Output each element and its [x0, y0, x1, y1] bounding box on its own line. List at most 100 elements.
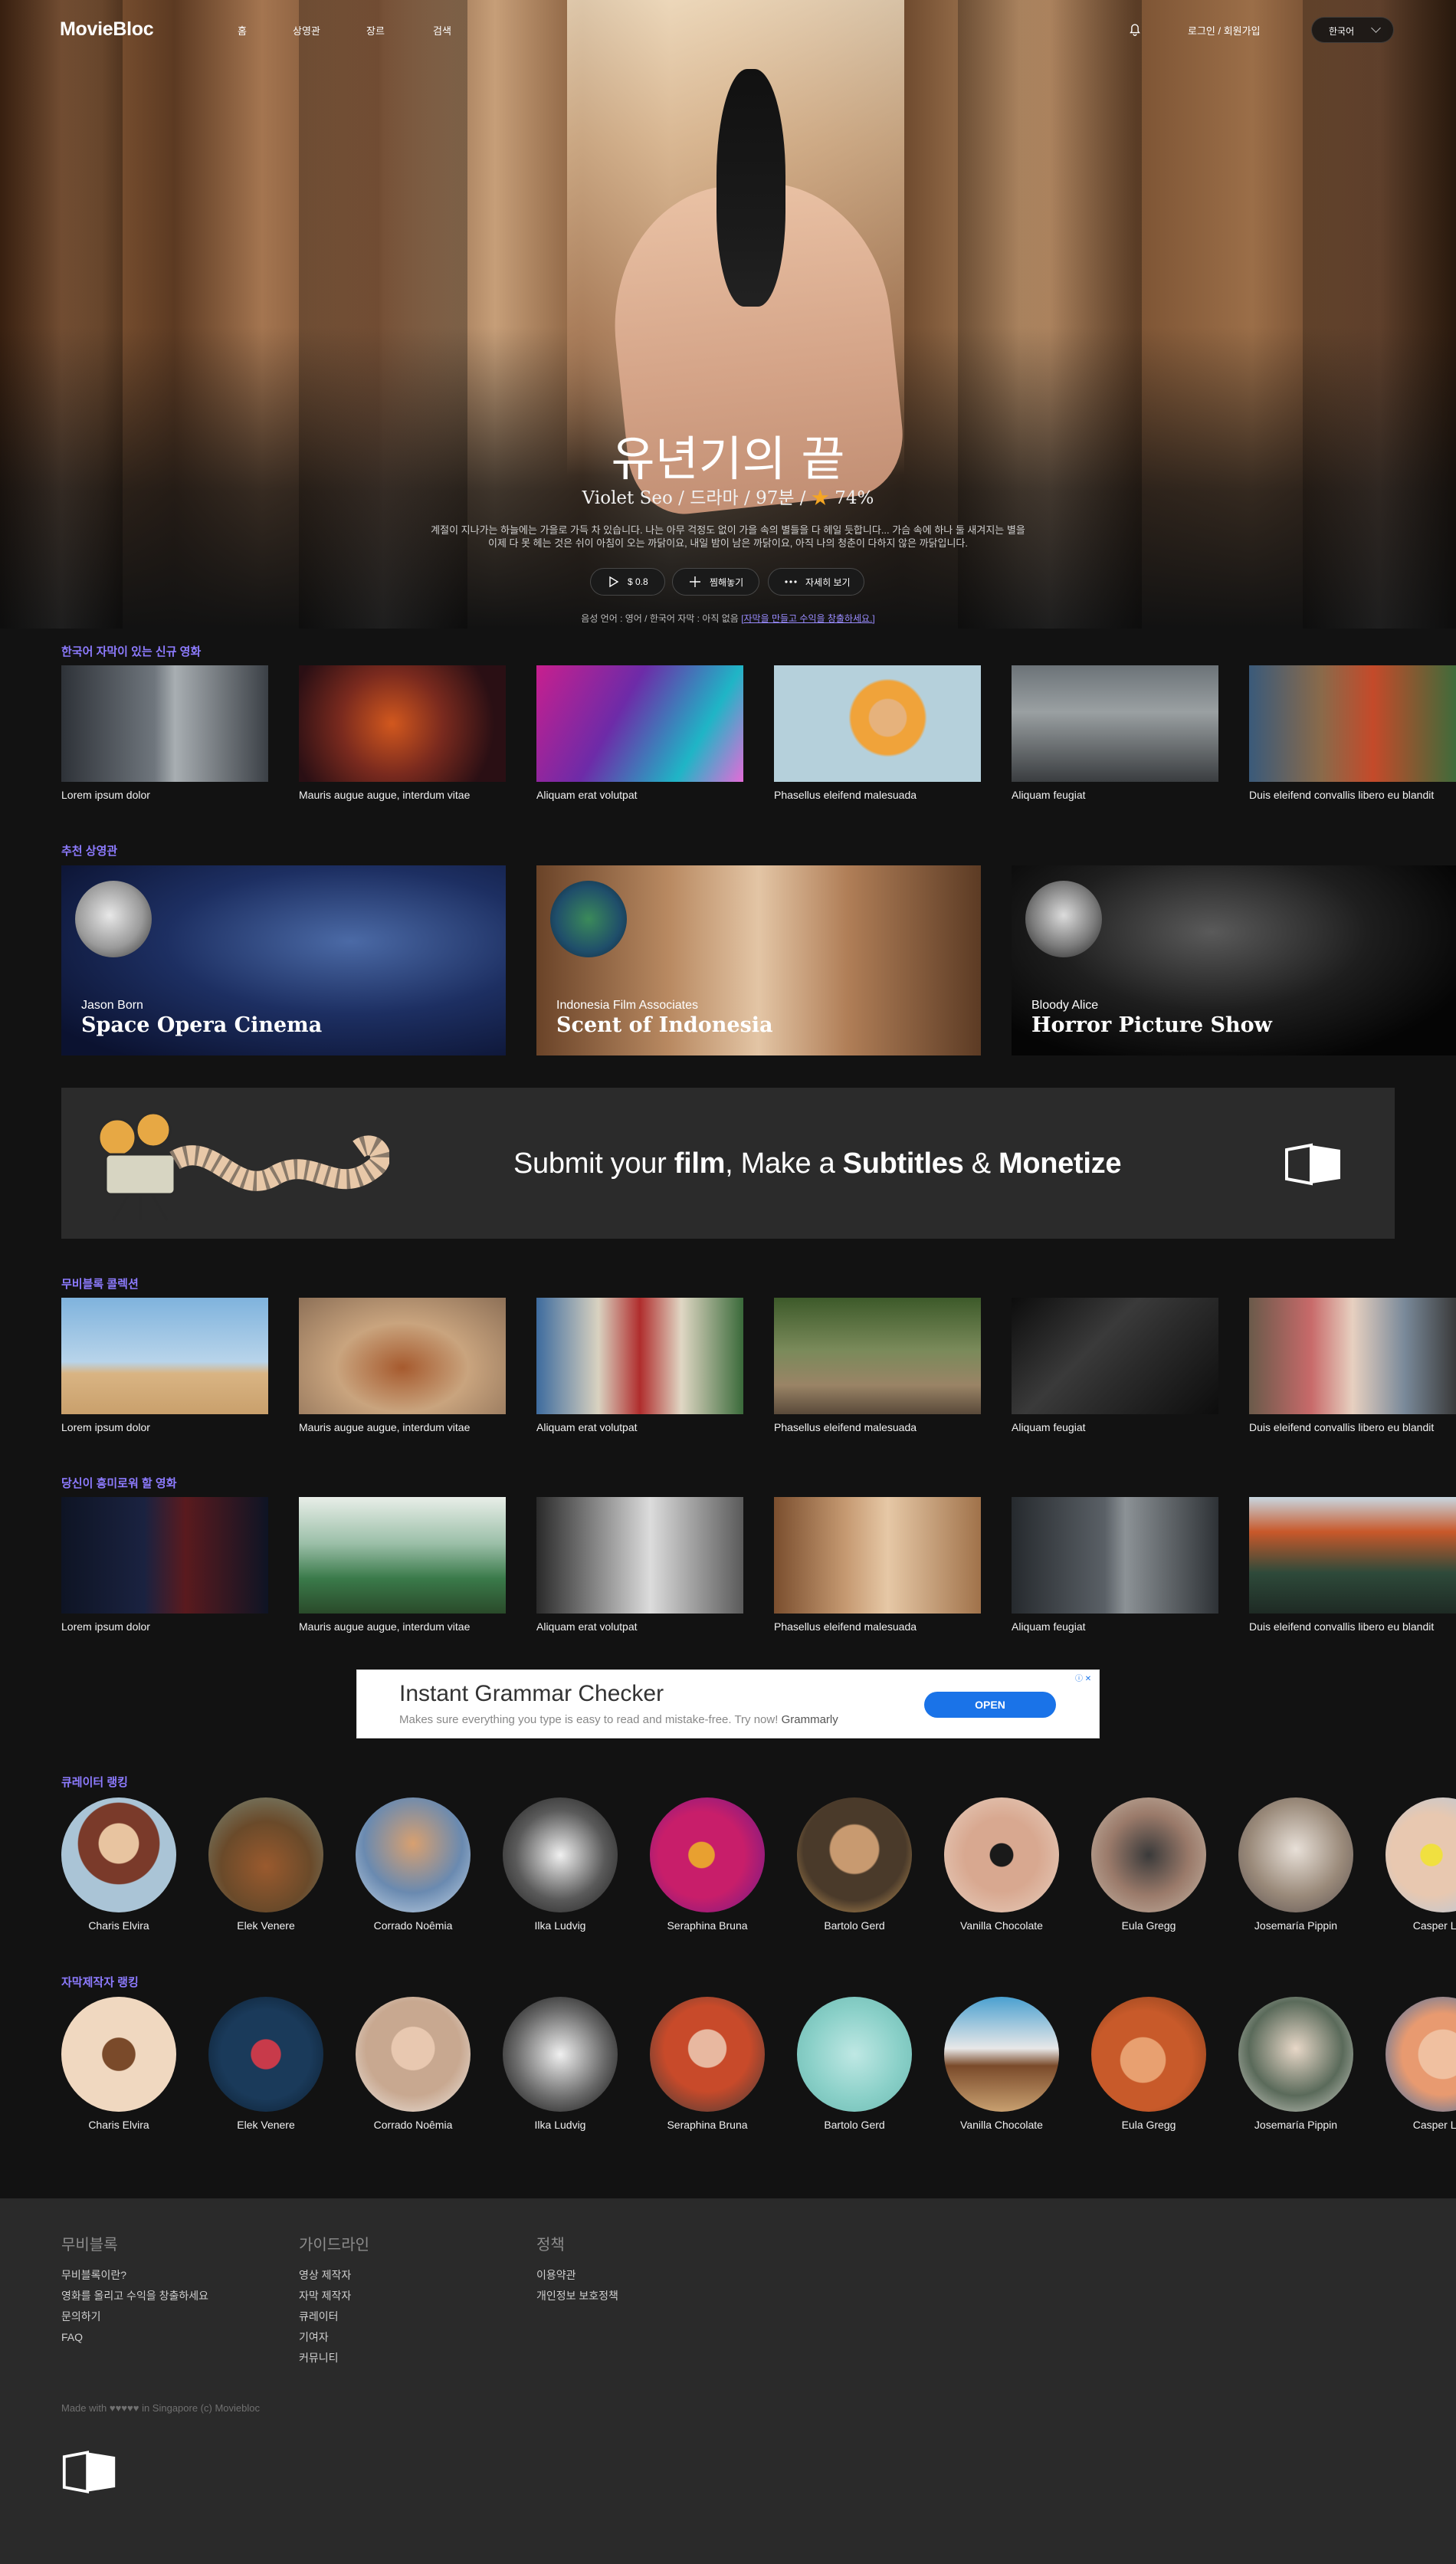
- footer-link[interactable]: 커뮤니티: [299, 2348, 369, 2369]
- movie-thumbnail: [1012, 665, 1218, 782]
- movie-card[interactable]: Duis eleifend convallis libero eu blandi…: [1249, 665, 1456, 801]
- banner-text: Submit your: [513, 1147, 674, 1180]
- movie-card[interactable]: Aliquam feugiat: [1012, 1298, 1218, 1433]
- subtitler-item[interactable]: Seraphina Bruna: [635, 1997, 780, 2131]
- curator-item[interactable]: Corrado Noêmia: [340, 1797, 486, 1932]
- avatar: [650, 1797, 765, 1912]
- movie-card[interactable]: Duis eleifend convallis libero eu blandi…: [1249, 1497, 1456, 1633]
- avatar: [944, 1797, 1059, 1912]
- curator-item[interactable]: Seraphina Bruna: [635, 1797, 780, 1932]
- footer-link[interactable]: 문의하기: [61, 2306, 208, 2327]
- section-title-interest: 당신이 흥미로워 할 영화: [61, 1477, 177, 1490]
- movie-card[interactable]: Lorem ipsum dolor: [61, 1298, 268, 1433]
- avatar: [61, 1997, 176, 2112]
- curator-item[interactable]: Casper Laks: [1370, 1797, 1456, 1932]
- theater-card[interactable]: Jason Born Space Opera Cinema: [61, 865, 506, 1055]
- movie-card[interactable]: Aliquam feugiat: [1012, 1497, 1218, 1633]
- footer-link[interactable]: 큐레이터: [299, 2306, 369, 2327]
- curator-item[interactable]: Bartolo Gerd: [782, 1797, 927, 1932]
- subtitler-item[interactable]: Ilka Ludvig: [487, 1997, 633, 2131]
- film-projector-icon: [97, 1111, 389, 1221]
- curator-item[interactable]: Vanilla Chocolate: [929, 1797, 1074, 1932]
- site-logo[interactable]: MovieBloc: [60, 18, 154, 41]
- movie-card[interactable]: Lorem ipsum dolor: [61, 665, 268, 801]
- movie-thumbnail: [1249, 1298, 1456, 1414]
- movie-title: Phasellus eleifend malesuada: [774, 1620, 917, 1633]
- theater-avatar: [75, 881, 152, 957]
- movie-title: Aliquam feugiat: [1012, 1620, 1086, 1633]
- banner-text: , Make a: [725, 1147, 843, 1180]
- movie-title: Duis eleifend convallis libero eu blandi…: [1249, 1421, 1435, 1433]
- moviebloc-logo-icon: [1285, 1143, 1340, 1186]
- curator-item[interactable]: Elek Venere: [193, 1797, 339, 1932]
- movie-card[interactable]: Phasellus eleifend malesuada: [774, 1497, 981, 1633]
- section-title-subtitlers: 자막제작자 랭킹: [61, 1976, 139, 1989]
- movie-title: Aliquam feugiat: [1012, 789, 1086, 801]
- footer-link[interactable]: 기여자: [299, 2327, 369, 2348]
- footer-link[interactable]: 영화를 올리고 수익을 창출하세요: [61, 2286, 208, 2306]
- movie-card[interactable]: Aliquam feugiat: [1012, 665, 1218, 801]
- movie-card[interactable]: Aliquam erat volutpat: [536, 1497, 743, 1633]
- notification-bell-icon[interactable]: [1126, 21, 1143, 38]
- theater-name: Space Opera Cinema: [81, 1013, 323, 1037]
- footer-link[interactable]: 영상 제작자: [299, 2265, 369, 2286]
- movie-card[interactable]: Phasellus eleifend malesuada: [774, 665, 981, 801]
- footer-column-moviebloc: 무비블록 무비블록이란? 영화를 올리고 수익을 창출하세요 문의하기 FAQ: [61, 2232, 208, 2348]
- create-subtitles-link[interactable]: [자막을 만들고 수익을 창출하세요.]: [741, 613, 875, 624]
- ad-choices-icon[interactable]: ⓘ ✕: [1075, 1672, 1097, 1683]
- person-name: Seraphina Bruna: [667, 1919, 748, 1932]
- movie-card[interactable]: Aliquam erat volutpat: [536, 1298, 743, 1433]
- subtitler-item[interactable]: Eula Gregg: [1076, 1997, 1222, 2131]
- movie-card[interactable]: Aliquam erat volutpat: [536, 665, 743, 801]
- nav-genres[interactable]: 장르: [366, 23, 385, 38]
- movie-title: Duis eleifend convallis libero eu blandi…: [1249, 1620, 1435, 1633]
- subtitler-item[interactable]: Corrado Noêmia: [340, 1997, 486, 2131]
- footer-link[interactable]: 무비블록이란?: [61, 2265, 208, 2286]
- login-signup-link[interactable]: 로그인 / 회원가입: [1188, 23, 1261, 38]
- movie-card[interactable]: Mauris augue augue, interdum vitae: [299, 1298, 506, 1433]
- movie-card[interactable]: Duis eleifend convallis libero eu blandi…: [1249, 1298, 1456, 1433]
- advertisement[interactable]: ⓘ ✕ Instant Grammar Checker Makes sure e…: [356, 1669, 1100, 1738]
- footer-logo-icon[interactable]: [61, 2448, 118, 2496]
- theater-card[interactable]: Bloody Alice Horror Picture Show: [1012, 865, 1456, 1055]
- theater-card[interactable]: Indonesia Film Associates Scent of Indon…: [536, 865, 981, 1055]
- language-select[interactable]: 한국어: [1311, 17, 1394, 43]
- ad-open-button[interactable]: OPEN: [924, 1692, 1056, 1718]
- details-button[interactable]: 자세히 보기: [768, 568, 864, 596]
- nav-search[interactable]: 검색: [433, 23, 451, 38]
- ad-brand: Grammarly: [781, 1713, 838, 1726]
- ad-description-text: Makes sure everything you type is easy t…: [399, 1713, 779, 1726]
- language-info: 음성 언어 : 영어 / 한국어 자막 : 아직 없음: [581, 613, 739, 624]
- subtitler-item[interactable]: Vanilla Chocolate: [929, 1997, 1074, 2131]
- footer-link[interactable]: 자막 제작자: [299, 2286, 369, 2306]
- footer-link[interactable]: 이용약관: [536, 2265, 618, 2286]
- avatar: [503, 1797, 618, 1912]
- curator-item[interactable]: Eula Gregg: [1076, 1797, 1222, 1932]
- movie-title: Lorem ipsum dolor: [61, 1421, 150, 1433]
- movie-card[interactable]: Lorem ipsum dolor: [61, 1497, 268, 1633]
- submit-film-banner[interactable]: Submit your film, Make a Subtitles & Mon…: [61, 1088, 1395, 1239]
- play-price-button[interactable]: $ 0.8: [590, 568, 665, 596]
- footer-link[interactable]: FAQ: [61, 2327, 208, 2348]
- movie-thumbnail: [774, 665, 981, 782]
- subtitler-item[interactable]: Charis Elvira: [46, 1997, 192, 2131]
- nav-theaters[interactable]: 상영관: [293, 23, 320, 38]
- banner-headline: Submit your film, Make a Subtitles & Mon…: [513, 1147, 1121, 1180]
- movie-card[interactable]: Mauris augue augue, interdum vitae: [299, 665, 506, 801]
- curator-item[interactable]: Charis Elvira: [46, 1797, 192, 1932]
- avatar: [208, 1797, 323, 1912]
- nav-home[interactable]: 홈: [238, 23, 247, 38]
- subtitler-item[interactable]: Elek Venere: [193, 1997, 339, 2131]
- curator-item[interactable]: Ilka Ludvig: [487, 1797, 633, 1932]
- subtitler-item[interactable]: Casper Laks: [1370, 1997, 1456, 2131]
- avatar: [356, 1797, 471, 1912]
- movie-thumbnail: [61, 1298, 268, 1414]
- curator-item[interactable]: Josemaría Pippin: [1223, 1797, 1369, 1932]
- subtitler-item[interactable]: Josemaría Pippin: [1223, 1997, 1369, 2131]
- wishlist-button[interactable]: 찜해놓기: [672, 568, 759, 596]
- avatar: [503, 1997, 618, 2112]
- subtitler-item[interactable]: Bartolo Gerd: [782, 1997, 927, 2131]
- movie-card[interactable]: Mauris augue augue, interdum vitae: [299, 1497, 506, 1633]
- footer-link[interactable]: 개인정보 보호정책: [536, 2286, 618, 2306]
- movie-card[interactable]: Phasellus eleifend malesuada: [774, 1298, 981, 1433]
